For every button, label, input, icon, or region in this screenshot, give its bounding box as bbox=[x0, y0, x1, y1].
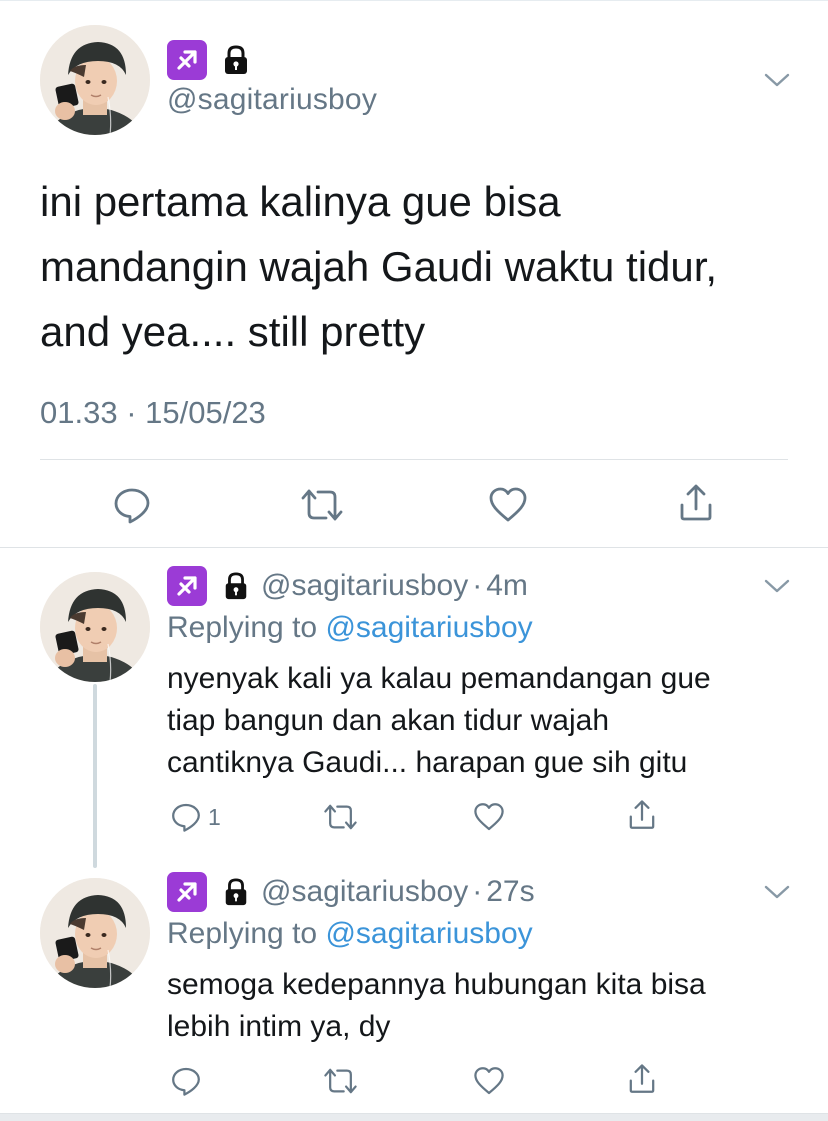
share-button[interactable] bbox=[676, 483, 716, 523]
avatar[interactable] bbox=[40, 25, 150, 135]
retweet-button[interactable] bbox=[300, 485, 344, 525]
like-button[interactable] bbox=[473, 801, 505, 833]
like-icon bbox=[473, 1065, 505, 1097]
reply-text-line: nyenyak kali ya kalau pemandangan gue bbox=[167, 662, 711, 695]
mention-link[interactable]: @sagitariusboy bbox=[325, 917, 532, 950]
share-icon bbox=[676, 483, 716, 523]
share-button[interactable] bbox=[626, 1063, 658, 1095]
user-handle[interactable]: @sagitariusboy bbox=[261, 875, 468, 909]
reply-icon bbox=[170, 1065, 202, 1097]
reply-button[interactable]: 1 bbox=[170, 801, 221, 833]
lock-icon bbox=[219, 42, 253, 78]
replying-to-label: Replying to bbox=[167, 611, 326, 644]
sagittarius-icon bbox=[167, 872, 207, 912]
sagittarius-icon bbox=[167, 566, 207, 606]
reply-text-line: cantiknya Gaudi... harapan gue sih gitu bbox=[167, 746, 688, 779]
sagittarius-icon bbox=[167, 40, 207, 80]
replying-to: Replying to @sagitariusboy bbox=[167, 917, 533, 951]
retweet-icon bbox=[323, 801, 358, 833]
retweet-icon bbox=[323, 1065, 358, 1097]
like-icon bbox=[473, 801, 505, 833]
avatar[interactable] bbox=[40, 572, 150, 682]
separator-dot: · bbox=[472, 569, 483, 602]
like-icon bbox=[488, 485, 528, 525]
lock-icon bbox=[221, 874, 251, 910]
tweet-text: ini pertama kalinya gue bisa mandangin w… bbox=[40, 169, 800, 364]
reply-header: @sagitariusboy · 27s bbox=[167, 872, 535, 912]
separator-dot: · bbox=[472, 875, 483, 908]
reply-text: nyenyak kali ya kalau pemandangan gue ti… bbox=[167, 658, 787, 784]
reply-icon bbox=[112, 485, 152, 525]
reply-text-line: semoga kedepannya hubungan kita bisa bbox=[167, 968, 706, 1001]
mention-link[interactable]: @sagitariusboy bbox=[325, 611, 532, 644]
reply-button[interactable] bbox=[112, 485, 152, 525]
retweet-button[interactable] bbox=[323, 1065, 358, 1097]
tweet-text-line: mandangin wajah Gaudi waktu tidur, bbox=[40, 243, 718, 290]
display-name-badges bbox=[167, 40, 253, 80]
main-tweet[interactable]: @sagitariusboy ini pertama kalinya gue b… bbox=[0, 0, 828, 548]
tweet-timestamp[interactable]: 01.33 · 15/05/23 bbox=[40, 395, 266, 431]
reply-text: semoga kedepannya hubungan kita bisa leb… bbox=[167, 964, 787, 1048]
reply-button[interactable] bbox=[170, 1065, 202, 1097]
replying-to-label: Replying to bbox=[167, 917, 326, 950]
chevron-down-icon[interactable] bbox=[763, 71, 791, 89]
retweet-icon bbox=[300, 485, 344, 525]
retweet-button[interactable] bbox=[323, 801, 358, 833]
reply-count: 1 bbox=[208, 803, 221, 830]
reply-time[interactable]: 4m bbox=[486, 569, 528, 603]
replying-to: Replying to @sagitariusboy bbox=[167, 611, 533, 645]
share-icon bbox=[626, 799, 658, 831]
share-icon bbox=[626, 1063, 658, 1095]
chevron-down-icon[interactable] bbox=[763, 883, 791, 901]
chevron-down-icon[interactable] bbox=[763, 577, 791, 595]
reply-header: @sagitariusboy · 4m bbox=[167, 566, 528, 606]
tweet-text-line: and yea.... still pretty bbox=[40, 308, 426, 355]
divider bbox=[40, 459, 788, 460]
thread-line bbox=[93, 684, 97, 868]
user-handle[interactable]: @sagitariusboy bbox=[167, 83, 377, 117]
user-handle[interactable]: @sagitariusboy bbox=[261, 569, 468, 603]
reply-text-line: lebih intim ya, dy bbox=[167, 1010, 391, 1043]
share-button[interactable] bbox=[626, 799, 658, 831]
lock-icon bbox=[221, 568, 251, 604]
reply-icon bbox=[170, 801, 202, 833]
tweet-thread: @sagitariusboy ini pertama kalinya gue b… bbox=[0, 0, 828, 1121]
like-button[interactable] bbox=[488, 485, 528, 525]
reply-time[interactable]: 27s bbox=[486, 875, 534, 909]
avatar[interactable] bbox=[40, 878, 150, 988]
like-button[interactable] bbox=[473, 1065, 505, 1097]
reply-text-line: tiap bangun dan akan tidur wajah bbox=[167, 704, 610, 737]
tweet-text-line: ini pertama kalinya gue bisa bbox=[40, 178, 561, 225]
divider bbox=[0, 1113, 828, 1121]
